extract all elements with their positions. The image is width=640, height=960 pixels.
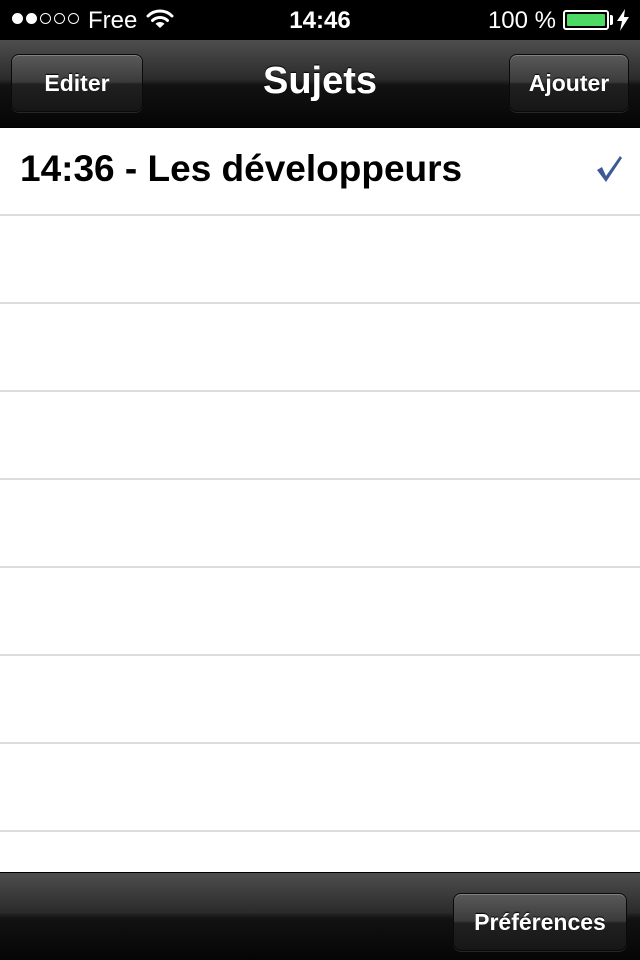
add-button[interactable]: Ajouter [509,54,629,112]
battery-tip [610,15,613,25]
list-item-label: 14:36 - Les développeurs [20,148,463,189]
bottom-toolbar: Préférences [0,872,640,960]
empty-row [0,216,640,304]
topics-list: 14:36 - Les développeurs [0,128,640,872]
empty-row [0,392,640,480]
navigation-bar: Editer Sujets Ajouter [0,40,640,128]
battery-percentage: 100 % [487,7,556,34]
empty-row [0,480,640,568]
battery-level [567,14,605,26]
empty-row [0,656,640,744]
empty-row [0,744,640,832]
empty-row [0,832,640,872]
bolt-icon [616,9,630,38]
status-bar: Free 14:46 100 % [0,0,640,40]
list-item[interactable]: 14:36 - Les développeurs [0,128,640,216]
empty-row [0,304,640,392]
battery-icon [563,10,609,30]
empty-row [0,568,640,656]
preferences-button[interactable]: Préférences [453,893,627,951]
checkmark-icon [594,154,624,189]
